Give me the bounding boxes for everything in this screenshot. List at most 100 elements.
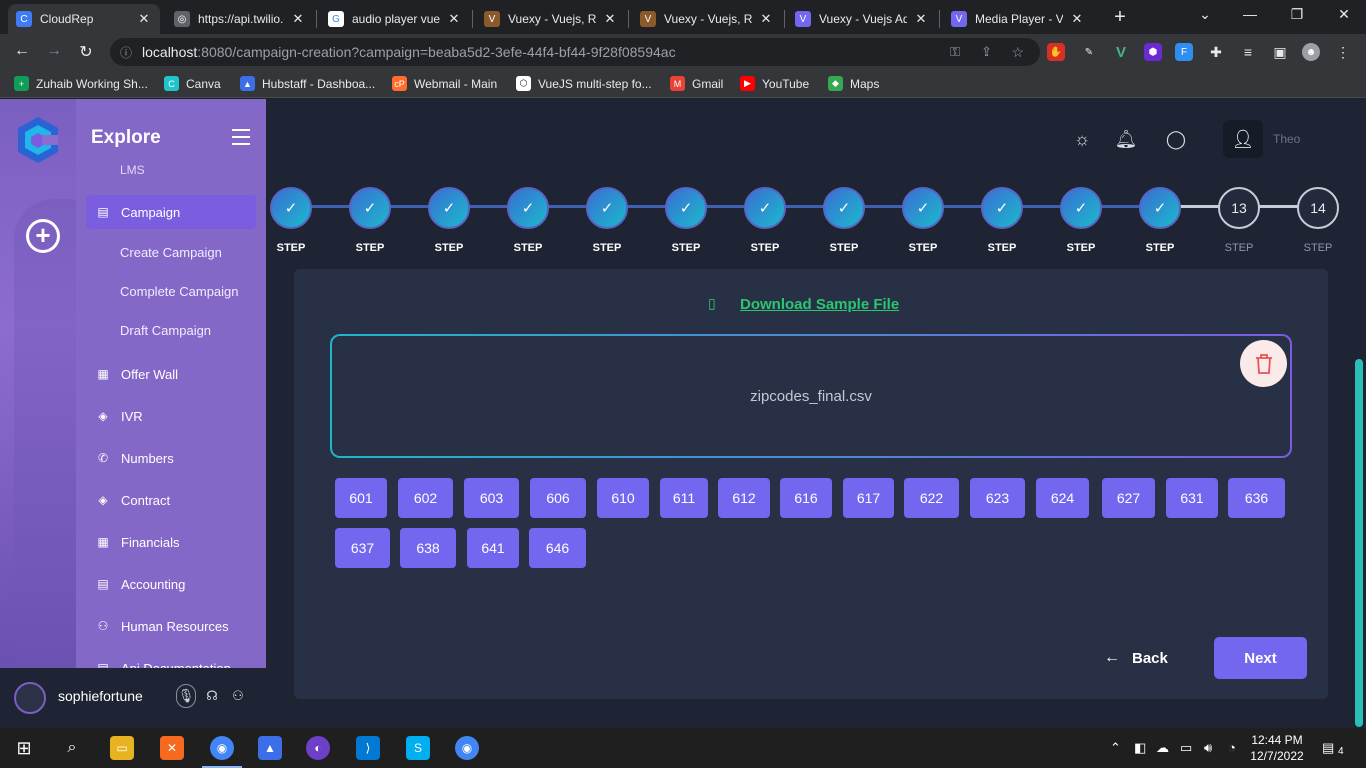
bookmark-item[interactable]: cP Webmail - Main — [392, 76, 497, 91]
zipcode-chip[interactable]: 610 — [597, 478, 649, 518]
media-control-icon[interactable]: ≡ — [1239, 43, 1257, 61]
network-icon[interactable]: ◔ — [1228, 740, 1236, 755]
minimize-button[interactable]: — — [1240, 6, 1260, 22]
sidebar-item-numbers[interactable]: ✆ Numbers — [86, 441, 256, 475]
volume-icon[interactable]: 🔊︎ — [1204, 740, 1212, 756]
back-arrow-icon[interactable]: ← — [11, 42, 33, 60]
browser-tab[interactable]: C CloudRep ✕ — [8, 4, 160, 34]
zipcode-chip[interactable]: 606 — [530, 478, 586, 518]
zipcode-chip[interactable]: 616 — [780, 478, 832, 518]
extension-icon[interactable]: ✋ — [1047, 43, 1065, 61]
bookmark-star-icon[interactable]: ☆ — [1011, 44, 1024, 61]
site-info-icon[interactable]: ⓘ — [120, 44, 132, 61]
step-2-indicator[interactable]: ✓ — [349, 187, 391, 229]
back-button[interactable]: ← Back — [1104, 637, 1168, 679]
hubstaff-icon[interactable]: ▲ — [258, 736, 282, 760]
step-10-indicator[interactable]: ✓ — [981, 187, 1023, 229]
chrome-icon[interactable]: ◉ — [210, 736, 234, 760]
step-13-indicator[interactable]: 13 — [1218, 187, 1260, 229]
reload-icon[interactable]: ↻ — [75, 42, 97, 62]
microphone-icon[interactable]: 🎙 — [176, 684, 196, 708]
notifications-icon[interactable]: ▤ — [1322, 740, 1334, 756]
extension-icon[interactable]: ⬢ — [1144, 43, 1162, 61]
zipcode-chip[interactable]: 602 — [398, 478, 453, 518]
step-3-indicator[interactable]: ✓ — [428, 187, 470, 229]
onedrive-icon[interactable]: ☁ — [1156, 740, 1169, 756]
tab-close-icon[interactable]: ✕ — [1069, 11, 1085, 27]
tray-app-icon[interactable]: ◧ — [1134, 740, 1146, 756]
step-14-indicator[interactable]: 14 — [1297, 187, 1339, 229]
zipcode-chip[interactable]: 612 — [718, 478, 770, 518]
headphones-icon[interactable]: ☊ — [202, 688, 222, 704]
browser-tab[interactable]: V Vuexy - Vuejs, Re ✕ — [476, 4, 626, 34]
theme-sun-icon[interactable]: ☼ — [1070, 129, 1094, 150]
tab-close-icon[interactable]: ✕ — [446, 11, 462, 27]
profile-avatar-icon[interactable]: ☻ — [1302, 43, 1320, 61]
bookmark-item[interactable]: + Zuhaib Working Sh... — [14, 76, 148, 91]
bookmark-item[interactable]: ⬡ VueJS multi-step fo... — [516, 76, 652, 91]
tray-chevron-icon[interactable]: ⌃ — [1110, 740, 1121, 756]
browser-tab[interactable]: ◎ https://api.twilio.c ✕ — [166, 4, 314, 34]
sidebar-item-accounting[interactable]: ▤ Accounting — [86, 567, 256, 601]
system-clock[interactable]: 12:44 PM 12/7/2022 — [1244, 732, 1310, 764]
zipcode-chip[interactable]: 603 — [464, 478, 519, 518]
sidebar-item-financials[interactable]: ▦ Financials — [86, 525, 256, 559]
sidebar-item-api-documentation[interactable]: ▤ Api Documentation — [86, 651, 256, 669]
zipcode-chip[interactable]: 636 — [1228, 478, 1285, 518]
zipcode-chip[interactable]: 617 — [843, 478, 894, 518]
zipcode-chip[interactable]: 641 — [467, 528, 519, 568]
browser-tab[interactable]: V Vuexy - Vuejs, Re ✕ — [632, 4, 782, 34]
sidebar-item-ivr[interactable]: ◈ IVR — [86, 399, 256, 433]
zipcode-chip[interactable]: 624 — [1036, 478, 1089, 518]
zipcode-chip[interactable]: 622 — [904, 478, 959, 518]
bookmark-item[interactable]: M Gmail — [670, 76, 723, 91]
skype-icon[interactable]: S — [406, 736, 430, 760]
sidebar-item-contract[interactable]: ◈ Contract — [86, 483, 256, 517]
sidebar-item-lms-partial[interactable]: LMS — [120, 163, 145, 177]
key-icon[interactable]: ⚿ — [950, 44, 960, 60]
profile-dropdown[interactable]: 👤︎ Theo — [1223, 120, 1345, 158]
step-9-indicator[interactable]: ✓ — [902, 187, 944, 229]
tab-close-icon[interactable]: ✕ — [290, 11, 306, 27]
step-5-indicator[interactable]: ✓ — [586, 187, 628, 229]
sidebar-item-campaign[interactable]: ▤ Campaign — [86, 195, 256, 229]
tab-close-icon[interactable]: ✕ — [758, 11, 774, 27]
chrome-menu-icon[interactable]: ⋮ — [1334, 43, 1352, 61]
chat-icon[interactable]: ◯ — [1164, 129, 1188, 150]
avatar[interactable] — [14, 682, 46, 714]
close-window-button[interactable]: ✕ — [1334, 6, 1354, 23]
side-panel-icon[interactable]: ▣ — [1271, 43, 1289, 61]
step-6-indicator[interactable]: ✓ — [665, 187, 707, 229]
bookmark-item[interactable]: ▲ Hubstaff - Dashboa... — [240, 76, 375, 91]
next-button[interactable]: Next — [1214, 637, 1307, 679]
download-sample-link[interactable]: Download Sample File — [740, 296, 899, 313]
step-11-indicator[interactable]: ✓ — [1060, 187, 1102, 229]
bookmark-item[interactable]: C Canva — [164, 76, 221, 91]
address-bar[interactable]: ⓘ localhost:8080/campaign-creation?campa… — [110, 38, 1040, 66]
delete-file-button[interactable] — [1240, 340, 1287, 387]
uploaded-file-dropzone[interactable]: zipcodes_final.csv — [330, 334, 1292, 458]
extension-icon[interactable]: ✎ — [1080, 43, 1098, 61]
add-workspace-button[interactable]: + — [26, 219, 60, 253]
step-4-indicator[interactable]: ✓ — [507, 187, 549, 229]
browser-tab[interactable]: V Media Player - Vu ✕ — [943, 4, 1093, 34]
xampp-icon[interactable]: ✕ — [160, 736, 184, 760]
file-explorer-icon[interactable]: ▭ — [110, 736, 134, 760]
zipcode-chip[interactable]: 627 — [1102, 478, 1155, 518]
page-scrollbar[interactable] — [1355, 359, 1363, 727]
tab-close-icon[interactable]: ✕ — [136, 11, 152, 27]
bell-icon[interactable]: 🔔︎ — [1114, 129, 1138, 150]
maximize-button[interactable]: ❐ — [1287, 6, 1307, 23]
zipcode-chip[interactable]: 638 — [400, 528, 456, 568]
vue-devtools-icon[interactable]: V — [1112, 43, 1130, 61]
forward-arrow-icon[interactable]: → — [43, 42, 65, 60]
browser-tab[interactable]: Gaudio player vue ✕ — [320, 4, 470, 34]
extension-icon[interactable]: F — [1175, 43, 1193, 61]
sidebar-item-human-resources[interactable]: ⚇ Human Resources — [86, 609, 256, 643]
chrome-icon[interactable]: ◉ — [455, 736, 479, 760]
battery-icon[interactable]: ▭ — [1180, 740, 1192, 756]
zipcode-chip[interactable]: 637 — [335, 528, 390, 568]
github-desktop-icon[interactable]: ◐ — [306, 736, 330, 760]
share-icon[interactable]: ⇪ — [981, 44, 992, 60]
new-tab-button[interactable]: + — [1110, 6, 1130, 29]
